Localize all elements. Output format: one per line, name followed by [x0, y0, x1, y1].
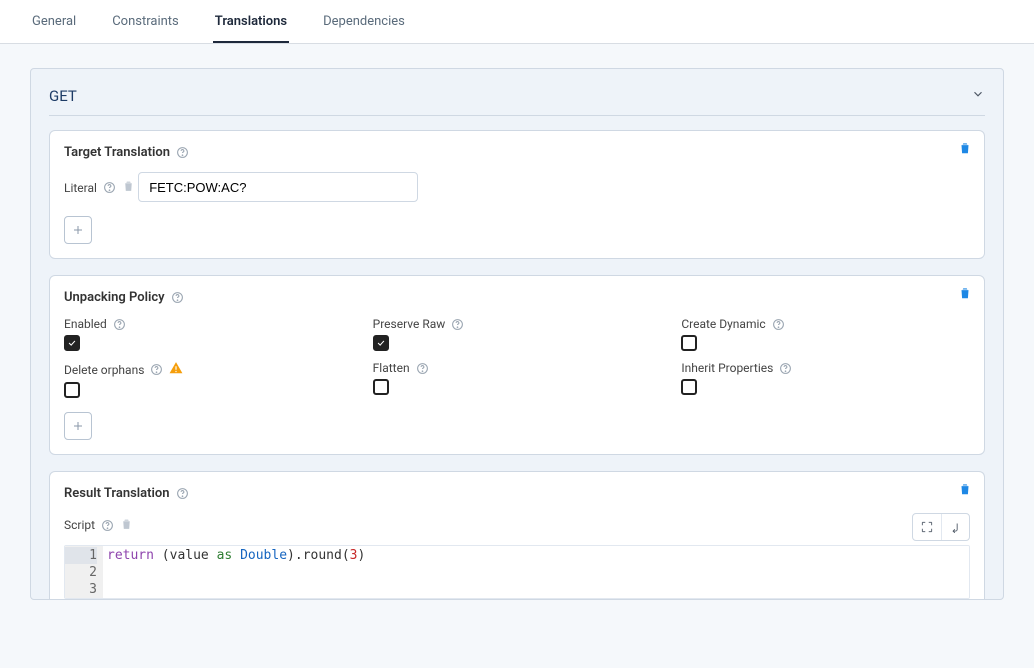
create-dynamic-field: Create Dynamic [681, 317, 970, 351]
delete-script-button[interactable] [120, 517, 133, 534]
enabled-checkbox[interactable] [64, 335, 80, 351]
add-unpacking-button[interactable] [64, 412, 92, 440]
help-icon[interactable] [451, 318, 464, 331]
get-section-title: GET [49, 87, 77, 105]
help-icon[interactable] [103, 181, 116, 194]
tab-bar: General Constraints Translations Depende… [0, 0, 1034, 44]
tab-general[interactable]: General [30, 0, 78, 43]
get-section-header[interactable]: GET [49, 79, 985, 116]
preserve-raw-field: Preserve Raw [373, 317, 662, 351]
result-translation-title: Result Translation [64, 486, 189, 501]
literal-input[interactable] [138, 172, 418, 202]
tab-constraints[interactable]: Constraints [110, 0, 181, 43]
delete-orphans-checkbox[interactable] [64, 382, 80, 398]
warning-icon [169, 361, 183, 378]
create-dynamic-checkbox[interactable] [681, 335, 697, 351]
help-icon[interactable] [416, 362, 429, 375]
script-label: Script [64, 517, 133, 534]
get-section: GET Target Translation Literal [30, 68, 1004, 600]
add-target-button[interactable] [64, 216, 92, 244]
flatten-field: Flatten [373, 361, 662, 398]
tab-dependencies[interactable]: Dependencies [321, 0, 407, 43]
preserve-raw-checkbox[interactable] [373, 335, 389, 351]
delete-unpacking-button[interactable] [956, 284, 974, 302]
inherit-properties-field: Inherit Properties [681, 361, 970, 398]
inherit-properties-checkbox[interactable] [681, 379, 697, 395]
expand-button[interactable] [913, 514, 941, 540]
script-editor[interactable]: 1 2 3 return (value as Double).round(3) [64, 545, 970, 599]
help-icon[interactable] [772, 318, 785, 331]
delete-literal-button[interactable] [122, 179, 135, 196]
chevron-down-icon [971, 87, 985, 105]
help-icon[interactable] [779, 362, 792, 375]
help-icon[interactable] [150, 363, 163, 376]
enabled-field: Enabled [64, 317, 353, 351]
literal-label: Literal [64, 179, 135, 196]
delete-orphans-field: Delete orphans [64, 361, 353, 398]
help-icon[interactable] [176, 146, 189, 159]
wrap-button[interactable] [941, 514, 969, 540]
target-translation-title: Target Translation [64, 145, 189, 160]
delete-target-button[interactable] [956, 139, 974, 157]
result-translation-card: Result Translation Script [49, 471, 985, 599]
delete-result-button[interactable] [956, 480, 974, 498]
flatten-checkbox[interactable] [373, 379, 389, 395]
target-translation-card: Target Translation Literal [49, 130, 985, 259]
editor-gutter: 1 2 3 [65, 546, 103, 598]
unpacking-policy-title: Unpacking Policy [64, 290, 184, 305]
help-icon[interactable] [113, 318, 126, 331]
unpacking-policy-card: Unpacking Policy Enabled Preserve Raw [49, 275, 985, 455]
help-icon[interactable] [101, 519, 114, 532]
help-icon[interactable] [171, 291, 184, 304]
editor-code[interactable]: return (value as Double).round(3) [103, 546, 969, 598]
tab-translations[interactable]: Translations [213, 0, 289, 43]
help-icon[interactable] [176, 487, 189, 500]
script-toolbar [912, 513, 970, 541]
